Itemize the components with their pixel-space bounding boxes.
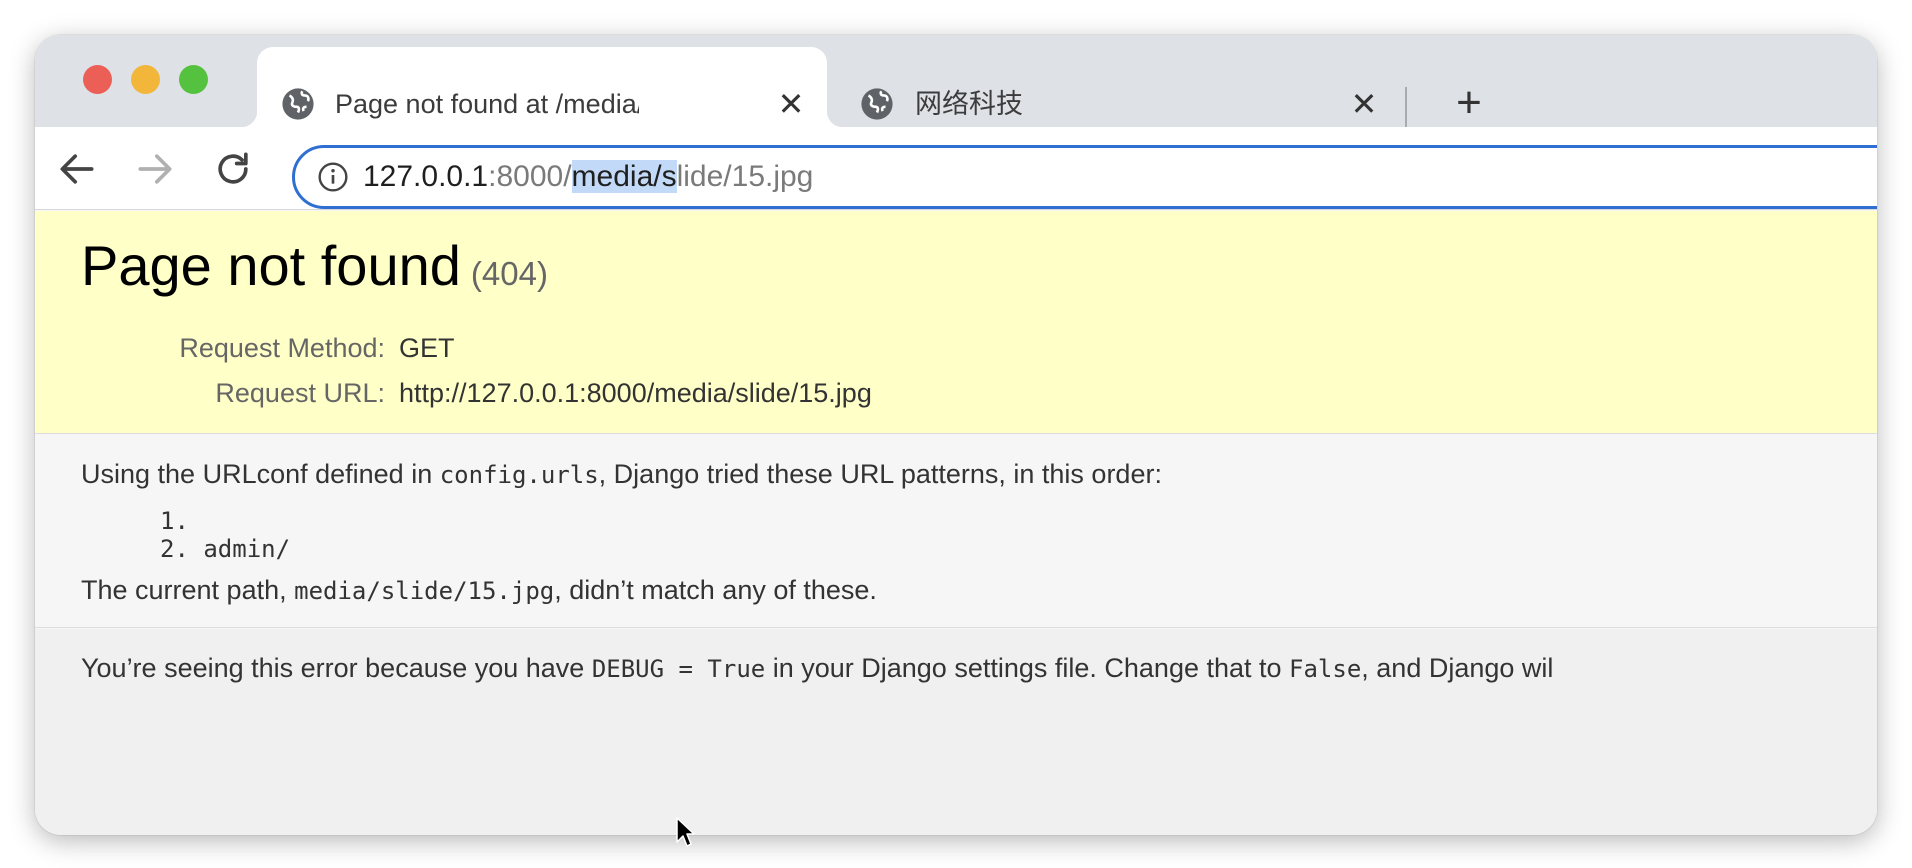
url-host: 127.0.0.1 bbox=[363, 160, 489, 193]
urlconf-module: config.urls bbox=[439, 461, 599, 489]
browser-toolbar: 127.0.0.1:8000/media/slide/15.jpg bbox=[35, 127, 1877, 210]
info-icon[interactable] bbox=[317, 161, 349, 193]
debug-text-before: You’re seeing this error because you hav… bbox=[81, 653, 592, 683]
address-bar[interactable]: 127.0.0.1:8000/media/slide/15.jpg bbox=[292, 145, 1877, 209]
debug-text: You’re seeing this error because you hav… bbox=[81, 653, 1553, 684]
page-title: Page not found (404) bbox=[81, 233, 548, 298]
urlconf-text-before: Using the URLconf defined in bbox=[81, 459, 440, 489]
close-window-button[interactable] bbox=[83, 65, 112, 94]
error-summary: Page not found (404) Request Method: GET … bbox=[35, 211, 1877, 434]
list-item: 2. admin/ bbox=[160, 535, 291, 563]
url-pattern-list: 1. 2. admin/ bbox=[160, 507, 290, 563]
urlconf-text-after: , Django tried these URL patterns, in th… bbox=[598, 459, 1162, 489]
page-title-text: Page not found bbox=[81, 234, 461, 297]
url-port-path: :8000/ bbox=[488, 160, 572, 193]
globe-icon bbox=[861, 88, 893, 120]
new-tab-button[interactable]: + bbox=[1447, 81, 1491, 127]
debug-text-after: , and Django wil bbox=[1361, 653, 1554, 683]
error-info: Using the URLconf defined in config.urls… bbox=[35, 435, 1877, 628]
debug-explanation: You’re seeing this error because you hav… bbox=[35, 629, 1877, 835]
current-path-text: The current path, media/slide/15.jpg, di… bbox=[81, 575, 877, 606]
page-content: Page not found (404) Request Method: GET … bbox=[35, 211, 1877, 835]
close-tab-button[interactable]: ✕ bbox=[776, 88, 806, 120]
debug-text-middle: in your Django settings file. Change tha… bbox=[765, 653, 1290, 683]
current-path-after: , didn’t match any of these. bbox=[554, 575, 877, 605]
status-code: (404) bbox=[470, 255, 548, 292]
browser-window: Page not found at /media/slide/ ✕ 网络科技 ✕… bbox=[35, 35, 1877, 835]
request-url-label: Request URL: bbox=[215, 378, 385, 408]
tab-title: Page not found at /media/slide/ bbox=[335, 89, 639, 119]
request-method-value: GET bbox=[399, 333, 455, 363]
reload-icon[interactable] bbox=[211, 147, 255, 191]
minimize-window-button[interactable] bbox=[131, 65, 160, 94]
current-path-value: media/slide/15.jpg bbox=[294, 577, 555, 605]
address-text[interactable]: 127.0.0.1:8000/media/slide/15.jpg bbox=[363, 156, 813, 198]
debug-setting: DEBUG = True bbox=[591, 655, 766, 683]
debug-false-value: False bbox=[1289, 655, 1362, 683]
mouse-cursor-icon bbox=[676, 817, 695, 847]
tab-title-inactive[interactable]: 网络科技 bbox=[915, 87, 1215, 121]
globe-icon bbox=[282, 88, 314, 120]
tab-strip: Page not found at /media/slide/ ✕ 网络科技 ✕… bbox=[35, 35, 1877, 133]
url-path-rest: lide/15.jpg bbox=[676, 160, 814, 193]
url-selection: media/s bbox=[571, 160, 677, 193]
list-item: 1. bbox=[160, 507, 204, 535]
close-tab-button[interactable]: ✕ bbox=[1349, 88, 1379, 120]
request-method-label: Request Method: bbox=[179, 333, 385, 363]
current-path-before: The current path, bbox=[81, 575, 295, 605]
back-arrow-icon[interactable] bbox=[55, 147, 99, 191]
forward-arrow-icon[interactable] bbox=[133, 147, 177, 191]
maximize-window-button[interactable] bbox=[179, 65, 208, 94]
urlconf-text: Using the URLconf defined in config.urls… bbox=[81, 459, 1162, 490]
request-url-value: http://127.0.0.1:8000/media/slide/15.jpg bbox=[399, 378, 872, 408]
